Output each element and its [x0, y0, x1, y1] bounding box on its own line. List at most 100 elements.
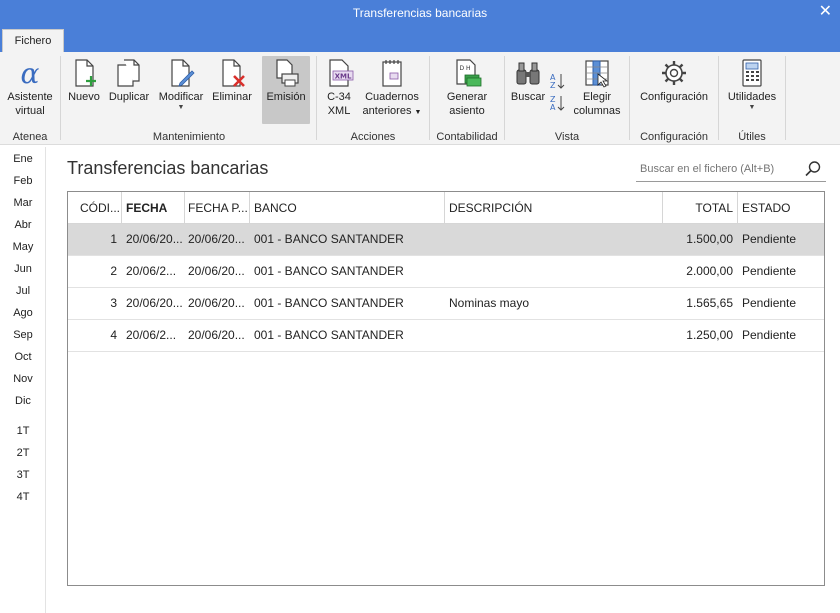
gear-icon: [662, 61, 686, 85]
cell-estado: Pendiente: [742, 296, 797, 310]
nuevo-button[interactable]: Nuevo: [64, 58, 104, 104]
month-sep[interactable]: Sep: [0, 329, 46, 341]
month-ago[interactable]: Ago: [0, 307, 46, 319]
c34-xml-button[interactable]: XML C-34 XML: [320, 58, 358, 118]
table-row[interactable]: 4 20/06/2... 20/06/20... 001 - BANCO SAN…: [68, 320, 824, 352]
cell-fecha-p: 20/06/20...: [188, 296, 245, 310]
cell-codigo: 4: [110, 328, 117, 342]
group-label-mantenimiento: Mantenimiento: [152, 131, 226, 143]
cell-descripcion: [449, 256, 659, 287]
utilidades-label: Utilidades: [727, 91, 777, 103]
table-row[interactable]: 2 20/06/2... 20/06/20... 001 - BANCO SAN…: [68, 256, 824, 288]
generar-asiento-button[interactable]: D H Generar asiento: [439, 58, 495, 118]
cell-fecha: 20/06/20...: [126, 296, 183, 310]
cell-total: 1.565,65: [686, 296, 733, 310]
utilidades-button[interactable]: Utilidades ▼: [722, 58, 782, 112]
month-jul[interactable]: Jul: [0, 285, 46, 297]
group-configuracion: Configuración Configuración: [631, 52, 717, 145]
column-divider[interactable]: [662, 192, 663, 224]
group-vista: Buscar A Z Z A Elegir columnas Vista: [506, 52, 628, 145]
page-title: Transferencias bancarias: [67, 158, 269, 178]
duplicate-icon: [117, 59, 140, 87]
asistente-label-2: virtual: [15, 105, 45, 117]
group-label-configuracion: Configuración: [640, 131, 708, 143]
modificar-dropdown-caret: ▼: [177, 104, 185, 111]
quarter-2t[interactable]: 2T: [0, 447, 46, 459]
cell-descripcion: Nominas mayo: [449, 296, 530, 310]
month-may[interactable]: May: [0, 241, 46, 253]
month-oct[interactable]: Oct: [0, 351, 46, 363]
column-header-codigo[interactable]: CÓDI...: [80, 192, 120, 224]
cell-banco: 001 - BANCO SANTANDER: [254, 296, 404, 310]
transfers-table: CÓDI... FECHA FECHA P... BANCO DESCRIPCI…: [67, 191, 825, 586]
duplicar-button[interactable]: Duplicar: [106, 58, 152, 104]
column-divider[interactable]: [121, 192, 122, 224]
cuadernos-anteriores-button[interactable]: Cuadernos anteriores ▼: [360, 58, 424, 120]
column-header-descripcion[interactable]: DESCRIPCIÓN: [449, 192, 659, 224]
column-header-estado[interactable]: ESTADO: [742, 192, 822, 224]
cell-fecha: 20/06/2...: [126, 328, 177, 342]
cell-fecha-p: 20/06/20...: [188, 264, 245, 278]
configuracion-button[interactable]: Configuración: [635, 58, 713, 104]
svg-text:α: α: [21, 58, 40, 88]
cell-fecha: 20/06/2...: [126, 264, 177, 278]
search-input[interactable]: [640, 160, 800, 178]
month-filter-sidebar: Ene Feb Mar Abr May Jun Jul Ago Sep Oct …: [0, 147, 46, 613]
accounting-entry-icon: D H: [456, 59, 482, 87]
search-icon[interactable]: [804, 160, 822, 178]
alpha-icon: α: [21, 58, 40, 88]
month-abr[interactable]: Abr: [0, 219, 46, 231]
tab-fichero[interactable]: Fichero: [2, 29, 64, 52]
elegir-columnas-button[interactable]: Elegir columnas: [570, 58, 624, 118]
ribbon-separator: [429, 56, 430, 140]
emision-button[interactable]: Emisión: [262, 56, 310, 124]
cuadernos-dropdown-caret: ▼: [414, 109, 422, 116]
month-mar[interactable]: Mar: [0, 197, 46, 209]
buscar-button[interactable]: Buscar: [508, 58, 548, 104]
cell-estado: Pendiente: [742, 264, 797, 278]
ribbon-tabstrip: Fichero: [0, 28, 840, 52]
quarter-3t[interactable]: 3T: [0, 469, 46, 481]
column-header-fecha-p[interactable]: FECHA P...: [188, 192, 248, 224]
eliminar-button[interactable]: Eliminar: [209, 58, 255, 104]
c34-label-1: C-34: [327, 91, 351, 103]
column-header-banco[interactable]: BANCO: [254, 192, 444, 224]
ribbon-separator: [60, 56, 61, 140]
ribbon-separator: [718, 56, 719, 140]
close-icon[interactable]: ✕: [819, 0, 832, 26]
column-header-fecha[interactable]: FECHA: [126, 192, 184, 224]
window-titlebar: Transferencias bancarias ✕: [0, 0, 840, 28]
modificar-button[interactable]: Modificar ▼: [155, 58, 207, 112]
xml-icon-text: XML: [335, 73, 352, 81]
column-header-total[interactable]: TOTAL: [664, 192, 733, 224]
table-row[interactable]: 3 20/06/20... 20/06/20... 001 - BANCO SA…: [68, 288, 824, 320]
column-divider[interactable]: [249, 192, 250, 224]
sort-buttons[interactable]: A Z Z A: [548, 58, 568, 112]
cell-total: 2.000,00: [686, 264, 733, 278]
column-divider[interactable]: [444, 192, 445, 224]
month-feb[interactable]: Feb: [0, 175, 46, 187]
svg-text:Z: Z: [550, 81, 556, 90]
month-ene[interactable]: Ene: [0, 153, 46, 165]
column-divider[interactable]: [184, 192, 185, 224]
group-label-vista: Vista: [554, 131, 580, 143]
asistente-label-1: Asistente: [7, 91, 53, 103]
month-jun[interactable]: Jun: [0, 263, 46, 275]
print-icon: [276, 59, 299, 87]
table-row[interactable]: 1 20/06/20... 20/06/20... 001 - BANCO SA…: [68, 224, 824, 256]
window-title: Transferencias bancarias: [352, 6, 488, 20]
asistente-virtual-button[interactable]: α Asistente virtual: [4, 58, 56, 118]
elegir-label-2: columnas: [573, 105, 621, 117]
group-mantenimiento: Nuevo Duplicar Modificar ▼ Eliminar Emis…: [62, 52, 316, 145]
dh-icon-text: D H: [459, 65, 470, 72]
c34-label-2: XML: [327, 105, 351, 117]
cell-descripcion: [449, 224, 659, 255]
column-divider[interactable]: [737, 192, 738, 224]
quarter-4t[interactable]: 4T: [0, 491, 46, 503]
month-dic[interactable]: Dic: [0, 395, 46, 407]
quarter-1t[interactable]: 1T: [0, 425, 46, 437]
month-nov[interactable]: Nov: [0, 373, 46, 385]
group-atenea: α Asistente virtual Atenea: [0, 52, 60, 145]
group-label-utiles: Útiles: [738, 131, 766, 143]
group-contabilidad: D H Generar asiento Contabilidad: [431, 52, 503, 145]
